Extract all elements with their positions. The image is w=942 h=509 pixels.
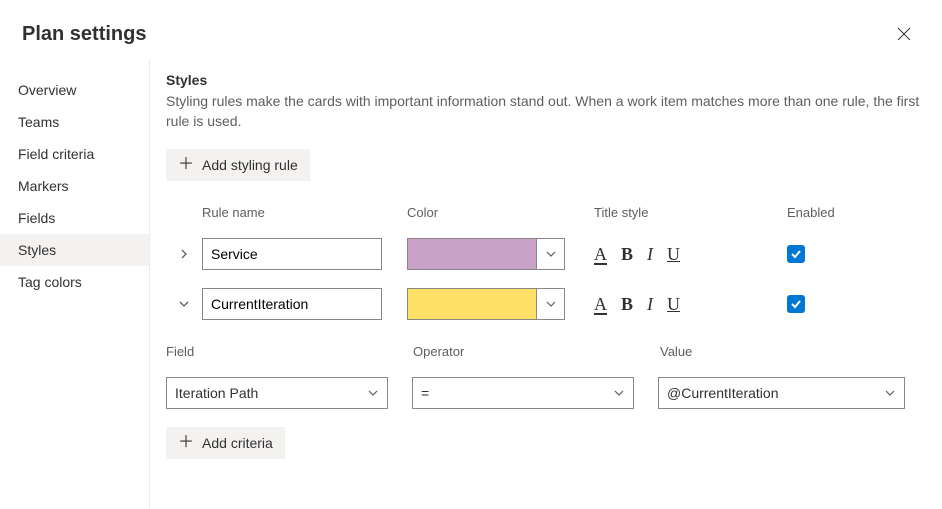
criteria-operator-select[interactable]: =: [412, 377, 634, 409]
section-description: Styling rules make the cards with import…: [166, 92, 926, 131]
plus-icon: ＋: [178, 435, 194, 451]
chevron-down-icon[interactable]: [359, 390, 387, 396]
close-button[interactable]: [888, 18, 920, 50]
chevron-down-icon[interactable]: [536, 239, 564, 269]
criteria-operator-value: =: [413, 385, 605, 401]
color-swatch: [408, 289, 536, 319]
check-icon: [790, 298, 802, 310]
criteria-value-select[interactable]: @CurrentIteration: [658, 377, 905, 409]
rule-color-picker[interactable]: [407, 238, 565, 270]
enabled-checkbox[interactable]: [787, 245, 805, 263]
sidebar-item-field-criteria[interactable]: Field criteria: [0, 138, 149, 170]
underline-button[interactable]: U: [667, 295, 680, 313]
criteria-column-headers: Field Operator Value: [166, 344, 926, 359]
column-header-value: Value: [660, 344, 692, 359]
italic-button[interactable]: I: [647, 245, 653, 263]
font-color-button[interactable]: A: [594, 245, 607, 263]
column-header-enabled: Enabled: [787, 205, 835, 220]
chevron-right-icon[interactable]: [179, 246, 189, 262]
dialog-header: Plan settings: [0, 0, 942, 60]
add-styling-rule-label: Add styling rule: [202, 157, 298, 173]
dialog-body: Overview Teams Field criteria Markers Fi…: [0, 60, 942, 509]
enabled-checkbox[interactable]: [787, 295, 805, 313]
criteria-field-value: Iteration Path: [167, 385, 359, 401]
column-header-color: Color: [407, 205, 594, 220]
section-title: Styles: [166, 72, 926, 88]
rules-column-headers: Rule name Color Title style Enabled: [166, 205, 926, 220]
sidebar-item-styles[interactable]: Styles: [0, 234, 149, 266]
styles-panel: Styles Styling rules make the cards with…: [150, 60, 942, 509]
check-icon: [790, 248, 802, 260]
rule-name-input[interactable]: [202, 238, 382, 270]
bold-button[interactable]: B: [621, 295, 633, 313]
sidebar: Overview Teams Field criteria Markers Fi…: [0, 60, 150, 509]
sidebar-item-tag-colors[interactable]: Tag colors: [0, 266, 149, 298]
bold-button[interactable]: B: [621, 245, 633, 263]
criteria-row: Iteration Path = @CurrentIteration: [166, 377, 926, 409]
color-swatch: [408, 239, 536, 269]
plus-icon: ＋: [178, 157, 194, 173]
add-criteria-label: Add criteria: [202, 435, 273, 451]
chevron-down-icon[interactable]: [876, 390, 904, 396]
rule-row: A B I U: [166, 288, 926, 320]
criteria-value-value: @CurrentIteration: [659, 385, 876, 401]
font-color-button[interactable]: A: [594, 295, 607, 313]
close-icon: [897, 27, 911, 41]
rule-name-input[interactable]: [202, 288, 382, 320]
underline-button[interactable]: U: [667, 245, 680, 263]
chevron-down-icon[interactable]: [179, 296, 189, 312]
sidebar-item-overview[interactable]: Overview: [0, 74, 149, 106]
rule-row: A B I U: [166, 238, 926, 270]
rule-color-picker[interactable]: [407, 288, 565, 320]
chevron-down-icon[interactable]: [536, 289, 564, 319]
chevron-down-icon[interactable]: [605, 390, 633, 396]
sidebar-item-teams[interactable]: Teams: [0, 106, 149, 138]
italic-button[interactable]: I: [647, 295, 653, 313]
add-criteria-button[interactable]: ＋ Add criteria: [166, 427, 285, 459]
plan-settings-dialog: Plan settings Overview Teams Field crite…: [0, 0, 942, 509]
column-header-name: Rule name: [202, 205, 407, 220]
criteria-field-select[interactable]: Iteration Path: [166, 377, 388, 409]
column-header-field: Field: [166, 344, 413, 359]
add-styling-rule-button[interactable]: ＋ Add styling rule: [166, 149, 310, 181]
dialog-title: Plan settings: [22, 23, 146, 46]
sidebar-item-markers[interactable]: Markers: [0, 170, 149, 202]
sidebar-item-fields[interactable]: Fields: [0, 202, 149, 234]
column-header-operator: Operator: [413, 344, 660, 359]
column-header-title-style: Title style: [594, 205, 787, 220]
